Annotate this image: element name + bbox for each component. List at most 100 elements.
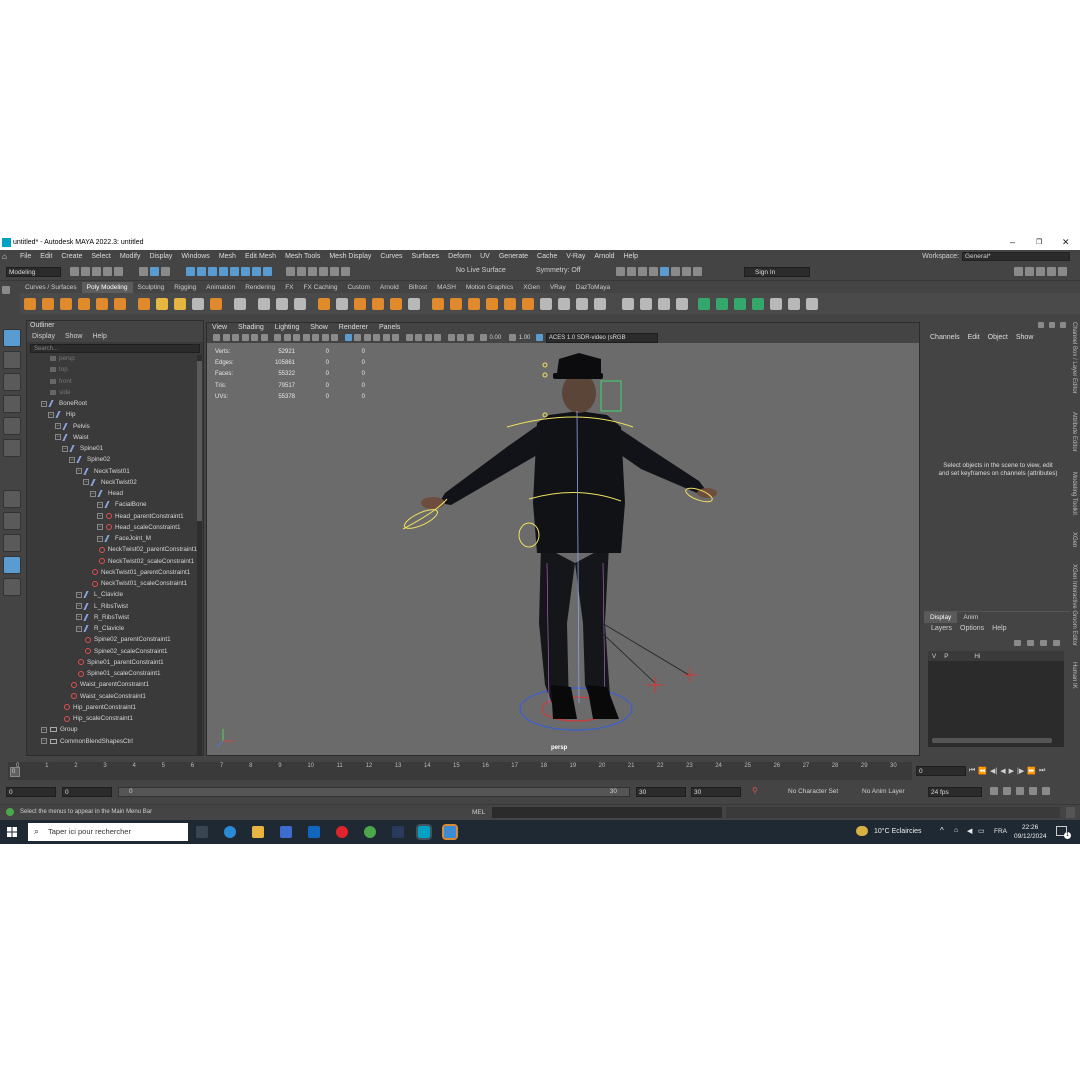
menu-curves[interactable]: Curves — [380, 253, 402, 260]
side-tab-xgen[interactable]: XGen — [1071, 532, 1077, 547]
mirror-icon[interactable] — [336, 297, 348, 310]
photoshop-icon[interactable] — [392, 826, 404, 838]
expand-icon[interactable]: – — [97, 524, 103, 531]
offset-edge-loop-icon[interactable] — [676, 297, 688, 310]
poke-icon[interactable] — [576, 297, 588, 310]
harden-edge-icon[interactable] — [806, 297, 818, 310]
move-layer-up-icon[interactable] — [1014, 640, 1021, 646]
taskbar-search-input[interactable]: Taper ici pour rechercher — [28, 823, 188, 841]
shelf-tab-fx-caching[interactable]: FX Caching — [299, 282, 343, 293]
four-view-layout-icon[interactable] — [3, 512, 21, 530]
snap-curve-icon[interactable] — [297, 267, 306, 276]
shelf-tab-mash[interactable]: MASH — [432, 282, 461, 293]
chrome-icon[interactable] — [364, 826, 376, 838]
side-tab-human-ik[interactable]: Human IK — [1071, 662, 1077, 689]
outliner-item[interactable]: – Head_parentConstraint1 — [27, 511, 197, 522]
time-editor-icon[interactable] — [1029, 787, 1037, 795]
lasso-tool-icon[interactable] — [3, 351, 21, 369]
menu-v-ray[interactable]: V-Ray — [566, 253, 585, 260]
layer-menu-help[interactable]: Help — [992, 625, 1006, 632]
move-tool-icon[interactable] — [3, 395, 21, 413]
file-explorer-icon[interactable] — [252, 826, 264, 838]
poly-plane-icon[interactable] — [114, 297, 126, 310]
outliner-item[interactable]: – Pelvis — [27, 421, 197, 432]
spherical-uv-icon[interactable] — [752, 297, 764, 310]
outliner-item[interactable]: Spine01_scaleConstraint1 — [27, 668, 197, 679]
command-input[interactable] — [492, 807, 722, 818]
outliner-item[interactable]: – Group — [27, 724, 197, 735]
layer-menu-layers[interactable]: Layers — [931, 625, 952, 632]
expand-icon[interactable]: – — [76, 591, 82, 598]
outliner-item[interactable]: NeckTwist02_parentConstraint1 — [27, 544, 197, 555]
select-joints-icon[interactable] — [197, 267, 206, 276]
planar-uv-icon[interactable] — [698, 297, 710, 310]
chamfer-icon[interactable] — [558, 297, 570, 310]
outliner-item[interactable]: persp — [27, 353, 197, 364]
menu-uv[interactable]: UV — [480, 253, 490, 260]
snap-projected-center-icon[interactable] — [319, 267, 328, 276]
outliner-item[interactable]: – Hip — [27, 409, 197, 420]
minimize-icon[interactable]: – — [1010, 237, 1015, 247]
tool-settings-icon[interactable] — [1036, 267, 1045, 276]
open-scene-icon[interactable] — [81, 267, 90, 276]
cylindrical-uv-icon[interactable] — [734, 297, 746, 310]
close-icon[interactable]: ✕ — [1062, 237, 1070, 248]
outliner-item[interactable]: – L_Clavicle — [27, 589, 197, 600]
render-frame-icon[interactable] — [627, 267, 636, 276]
menu-set-dropdown[interactable]: Modeling — [6, 267, 61, 277]
channel-box-float-icon[interactable] — [1049, 322, 1055, 328]
layer-menu-options[interactable]: Options — [960, 625, 984, 632]
snap-point-icon[interactable] — [308, 267, 317, 276]
shelf-tab-rigging[interactable]: Rigging — [169, 282, 201, 293]
redo-icon[interactable] — [114, 267, 123, 276]
play-forwards-icon[interactable]: ▶ — [1009, 767, 1014, 775]
shelf-tab-rendering[interactable]: Rendering — [240, 282, 280, 293]
expand-icon[interactable]: – — [76, 603, 82, 610]
arnold-render-icon[interactable] — [671, 267, 680, 276]
time-slider[interactable]: 0 1 2 3 4 5 6 7 8 9 10 11 12 13 14 15 16 17 18 19 20 21 22 23 24… — [8, 762, 912, 780]
outliner-item[interactable]: – L_RibsTwist — [27, 601, 197, 612]
shelf-tab-animation[interactable]: Animation — [201, 282, 240, 293]
reduce-icon[interactable] — [408, 297, 420, 310]
outliner-item[interactable]: NeckTwist02_scaleConstraint1 — [27, 556, 197, 567]
smooth-icon[interactable] — [294, 297, 306, 310]
side-tab-modeling-toolkit[interactable]: Modeling Toolkit — [1071, 472, 1077, 515]
battery-icon[interactable]: ▭ — [978, 827, 985, 835]
save-scene-icon[interactable] — [92, 267, 101, 276]
outliner-menu-help[interactable]: Help — [92, 333, 106, 340]
layer-visibility-toggle[interactable]: V — [932, 653, 936, 660]
sound-icon[interactable] — [1003, 787, 1011, 795]
outliner-item[interactable]: – R_Clavicle — [27, 623, 197, 634]
detach-icon[interactable] — [540, 297, 552, 310]
search-icon[interactable] — [3, 578, 21, 596]
menu-file[interactable]: File — [20, 253, 31, 260]
poly-pipe-icon[interactable] — [174, 297, 186, 310]
edge-icon[interactable] — [224, 826, 236, 838]
layer-editor-icon[interactable] — [1058, 267, 1067, 276]
select-handles-icon[interactable] — [186, 267, 195, 276]
network-icon[interactable]: ⌂ — [954, 827, 958, 834]
select-tool-icon[interactable] — [3, 329, 21, 347]
opera-icon[interactable] — [336, 826, 348, 838]
expand-icon[interactable]: – — [69, 456, 75, 463]
channel-box-icon[interactable] — [1047, 267, 1056, 276]
expand-icon[interactable]: – — [41, 400, 47, 407]
uv-editor-icon[interactable] — [770, 297, 782, 310]
pen-app-icon[interactable] — [442, 824, 458, 840]
outliner-item[interactable]: side — [27, 387, 197, 398]
outliner-item[interactable]: Spine01_parentConstraint1 — [27, 657, 197, 668]
layer-playback-toggle[interactable]: P — [944, 653, 948, 660]
menu-mesh-tools[interactable]: Mesh Tools — [285, 253, 320, 260]
volume-icon[interactable]: ◀ — [967, 827, 972, 835]
target-weld-icon[interactable] — [640, 297, 652, 310]
go-to-end-icon[interactable]: ⏭ — [1039, 767, 1045, 775]
outliner-item[interactable]: – Spine01 — [27, 443, 197, 454]
snap-view-plane-icon[interactable] — [330, 267, 339, 276]
go-to-start-icon[interactable]: ⏮ — [969, 767, 975, 775]
shelf-tab-fx[interactable]: FX — [280, 282, 298, 293]
menu-cache[interactable]: Cache — [537, 253, 557, 260]
select-component-icon[interactable] — [161, 267, 170, 276]
animation-start-field[interactable]: 0 — [6, 787, 56, 797]
outliner-item[interactable]: – R_RibsTwist — [27, 612, 197, 623]
symmetry-label[interactable]: Symmetry: Off — [536, 267, 581, 274]
